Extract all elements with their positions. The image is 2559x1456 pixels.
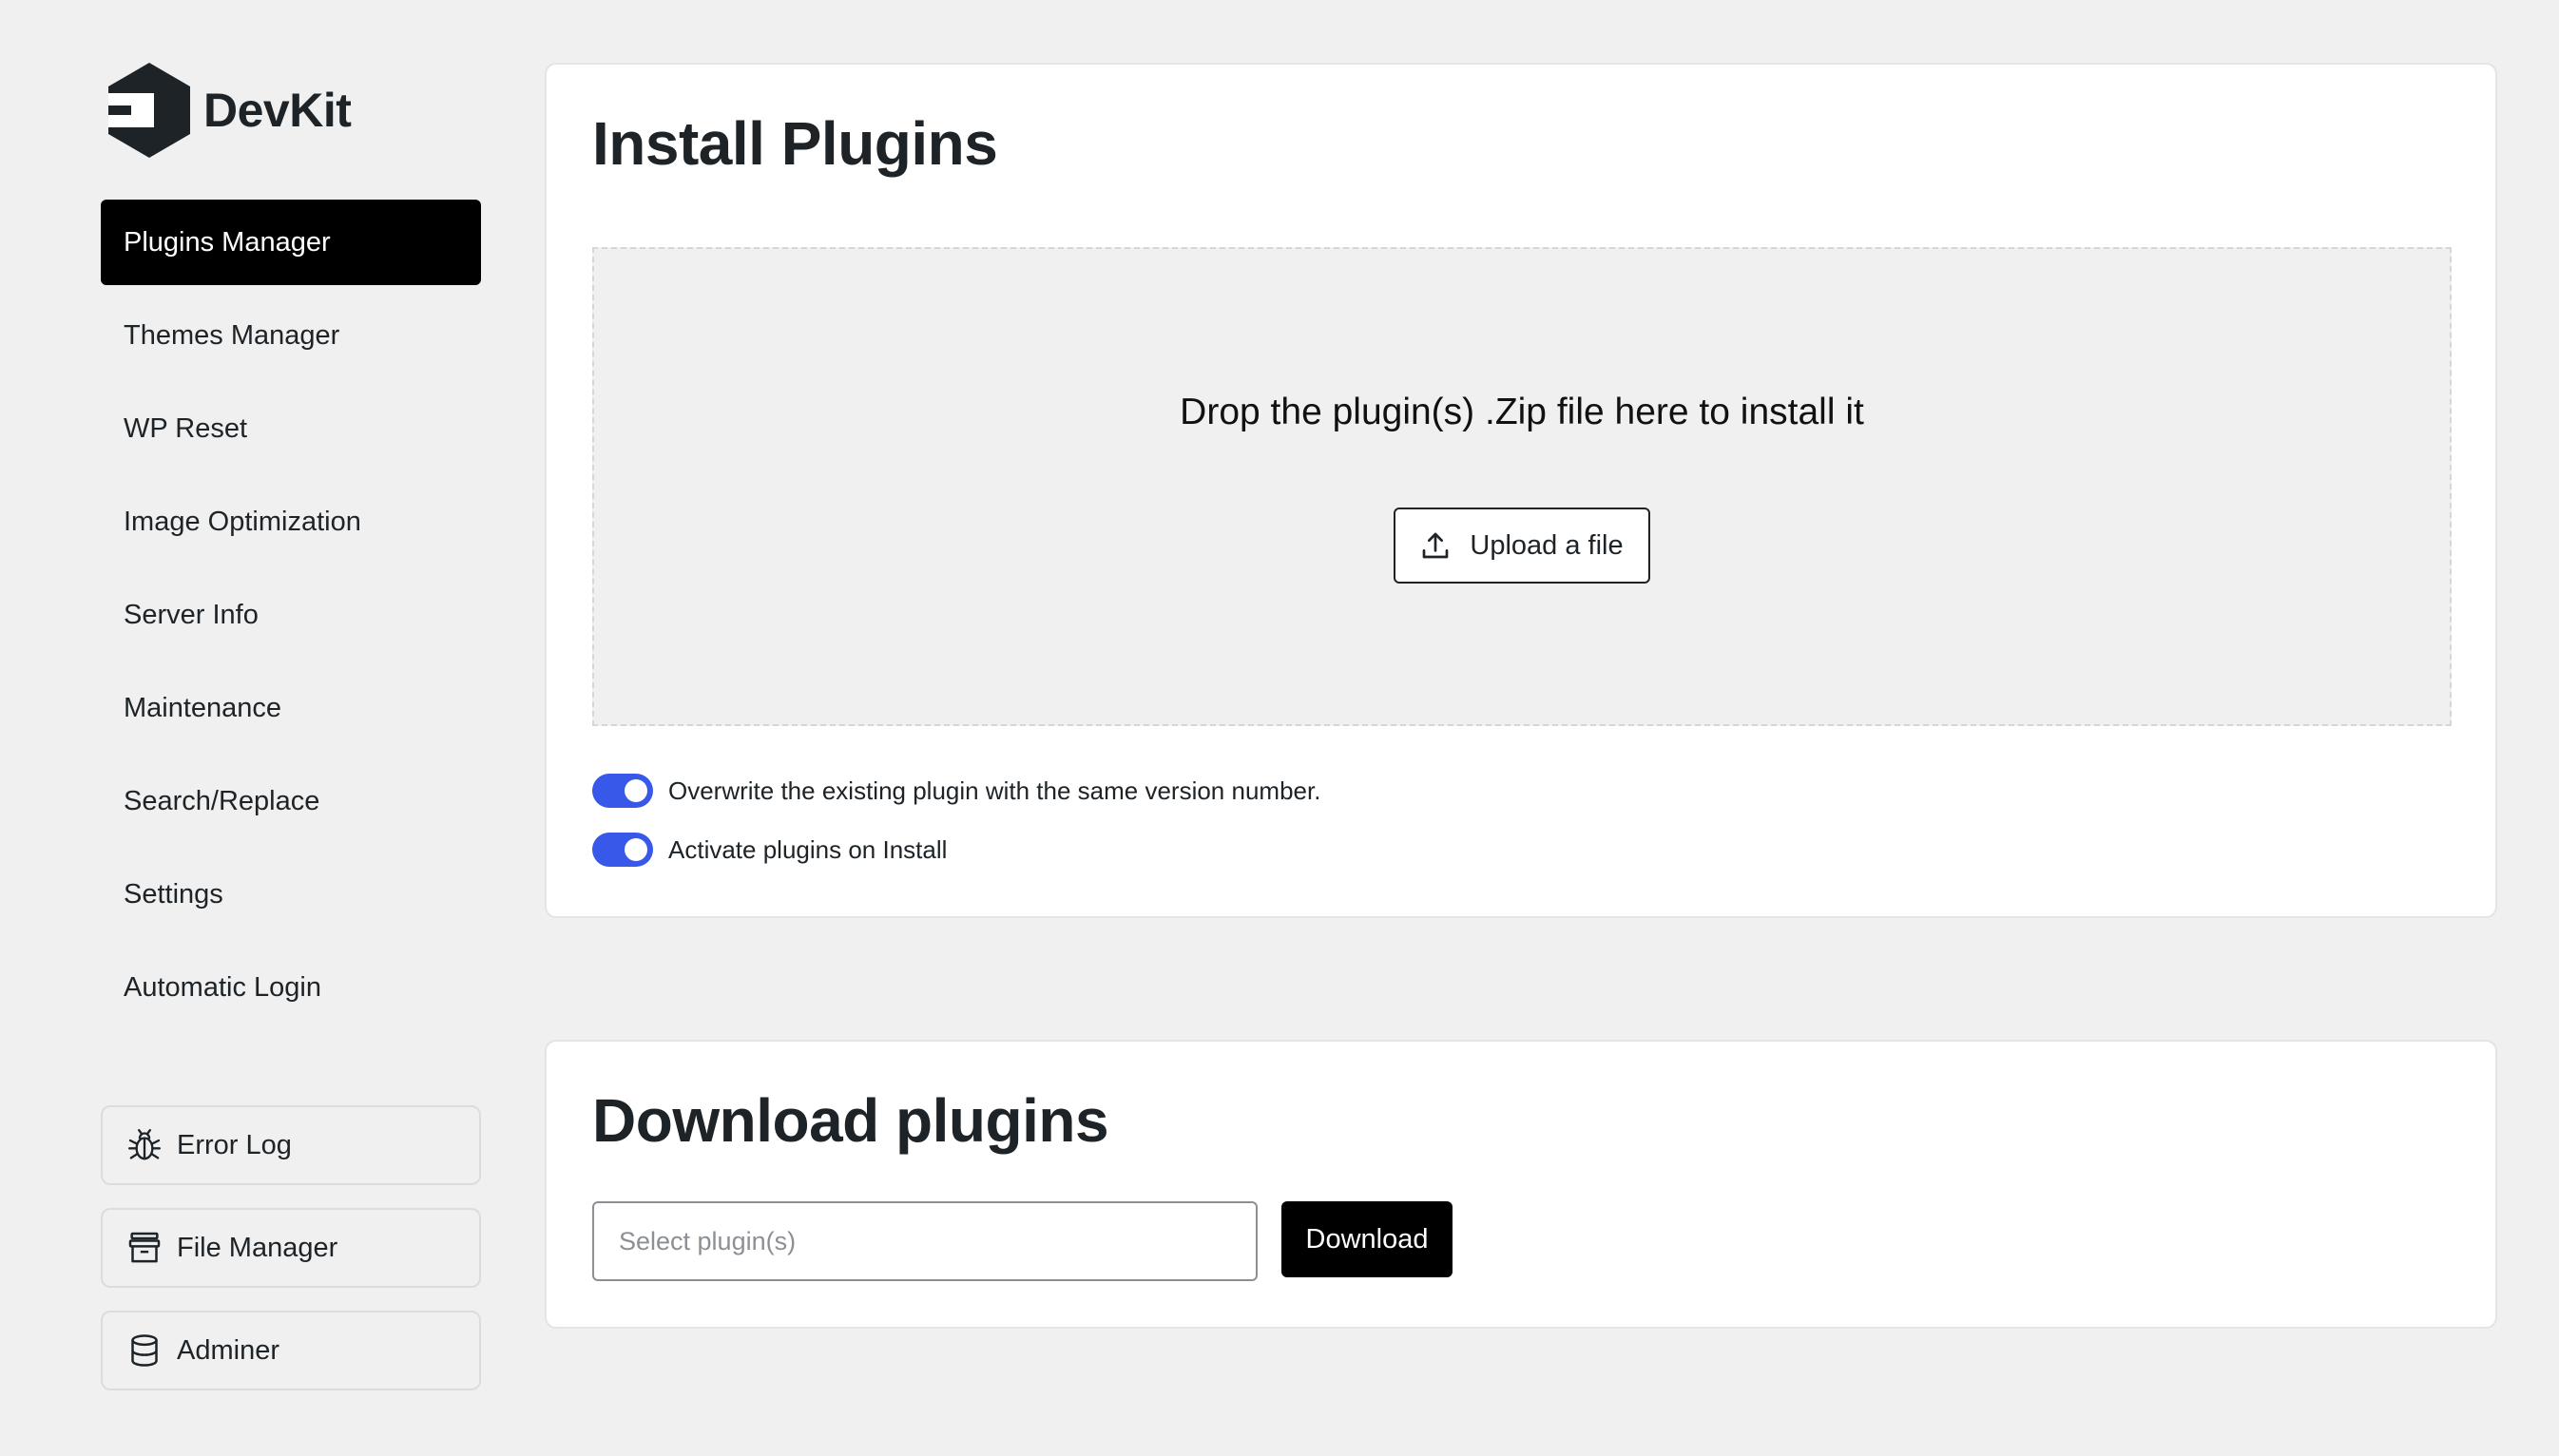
brand[interactable]: DevKit: [105, 61, 481, 160]
upload-file-label: Upload a file: [1470, 529, 1624, 561]
overwrite-toggle[interactable]: [592, 774, 653, 808]
sidebar-item-maintenance[interactable]: Maintenance: [101, 665, 481, 751]
sidebar-item-label: Search/Replace: [124, 785, 320, 816]
sidebar-item-image-optimization[interactable]: Image Optimization: [101, 479, 481, 565]
sidebar-item-server-info[interactable]: Server Info: [101, 572, 481, 658]
sidebar-item-label: Automatic Login: [124, 971, 321, 1003]
adminer-button[interactable]: Adminer: [101, 1311, 481, 1390]
install-plugins-card: Install Plugins Drop the plugin(s) .Zip …: [545, 63, 2497, 918]
adminer-label: Adminer: [177, 1334, 279, 1366]
archive-icon: [128, 1232, 161, 1263]
download-plugins-title: Download plugins: [592, 1086, 1109, 1155]
error-log-button[interactable]: Error Log: [101, 1105, 481, 1185]
dropzone-text: Drop the plugin(s) .Zip file here to ins…: [1180, 392, 1864, 432]
database-icon: [131, 1334, 158, 1367]
error-log-label: Error Log: [177, 1129, 292, 1160]
install-plugins-title: Install Plugins: [592, 109, 998, 178]
activate-toggle[interactable]: [592, 833, 653, 867]
overwrite-option: Overwrite the existing plugin with the s…: [592, 774, 1320, 808]
download-button[interactable]: Download: [1281, 1201, 1453, 1277]
sidebar-item-plugins-manager[interactable]: Plugins Manager: [101, 200, 481, 285]
file-manager-label: File Manager: [177, 1232, 338, 1263]
sidebar-item-automatic-login[interactable]: Automatic Login: [101, 945, 481, 1030]
sidebar-item-search-replace[interactable]: Search/Replace: [101, 758, 481, 844]
sidebar-item-label: WP Reset: [124, 412, 248, 444]
download-plugins-card: Download plugins Download: [545, 1040, 2497, 1329]
bug-icon: [128, 1129, 161, 1160]
sidebar-item-label: Plugins Manager: [124, 226, 331, 258]
sidebar-item-themes-manager[interactable]: Themes Manager: [101, 293, 481, 378]
sidebar-nav: Plugins Manager Themes Manager WP Reset …: [101, 200, 481, 1030]
brand-name: DevKit: [203, 84, 352, 137]
sidebar-tools: Error Log File Manager Adminer: [101, 1105, 481, 1413]
activate-option: Activate plugins on Install: [592, 833, 947, 867]
sidebar-item-settings[interactable]: Settings: [101, 852, 481, 937]
activate-label: Activate plugins on Install: [668, 834, 948, 864]
sidebar-item-label: Server Info: [124, 599, 259, 630]
sidebar-item-label: Themes Manager: [124, 319, 340, 351]
sidebar-item-label: Settings: [124, 878, 223, 910]
sidebar-item-wp-reset[interactable]: WP Reset: [101, 386, 481, 471]
upload-file-button[interactable]: Upload a file: [1394, 508, 1650, 584]
upload-icon: [1423, 532, 1449, 559]
sidebar: DevKit Plugins Manager Themes Manager WP…: [101, 61, 481, 1390]
plugin-dropzone[interactable]: Drop the plugin(s) .Zip file here to ins…: [592, 247, 2452, 726]
sidebar-item-label: Maintenance: [124, 692, 282, 723]
sidebar-item-label: Image Optimization: [124, 506, 361, 537]
devkit-logo-icon: [108, 63, 190, 158]
select-plugins-input[interactable]: [592, 1201, 1258, 1281]
file-manager-button[interactable]: File Manager: [101, 1208, 481, 1288]
overwrite-label: Overwrite the existing plugin with the s…: [668, 776, 1321, 805]
